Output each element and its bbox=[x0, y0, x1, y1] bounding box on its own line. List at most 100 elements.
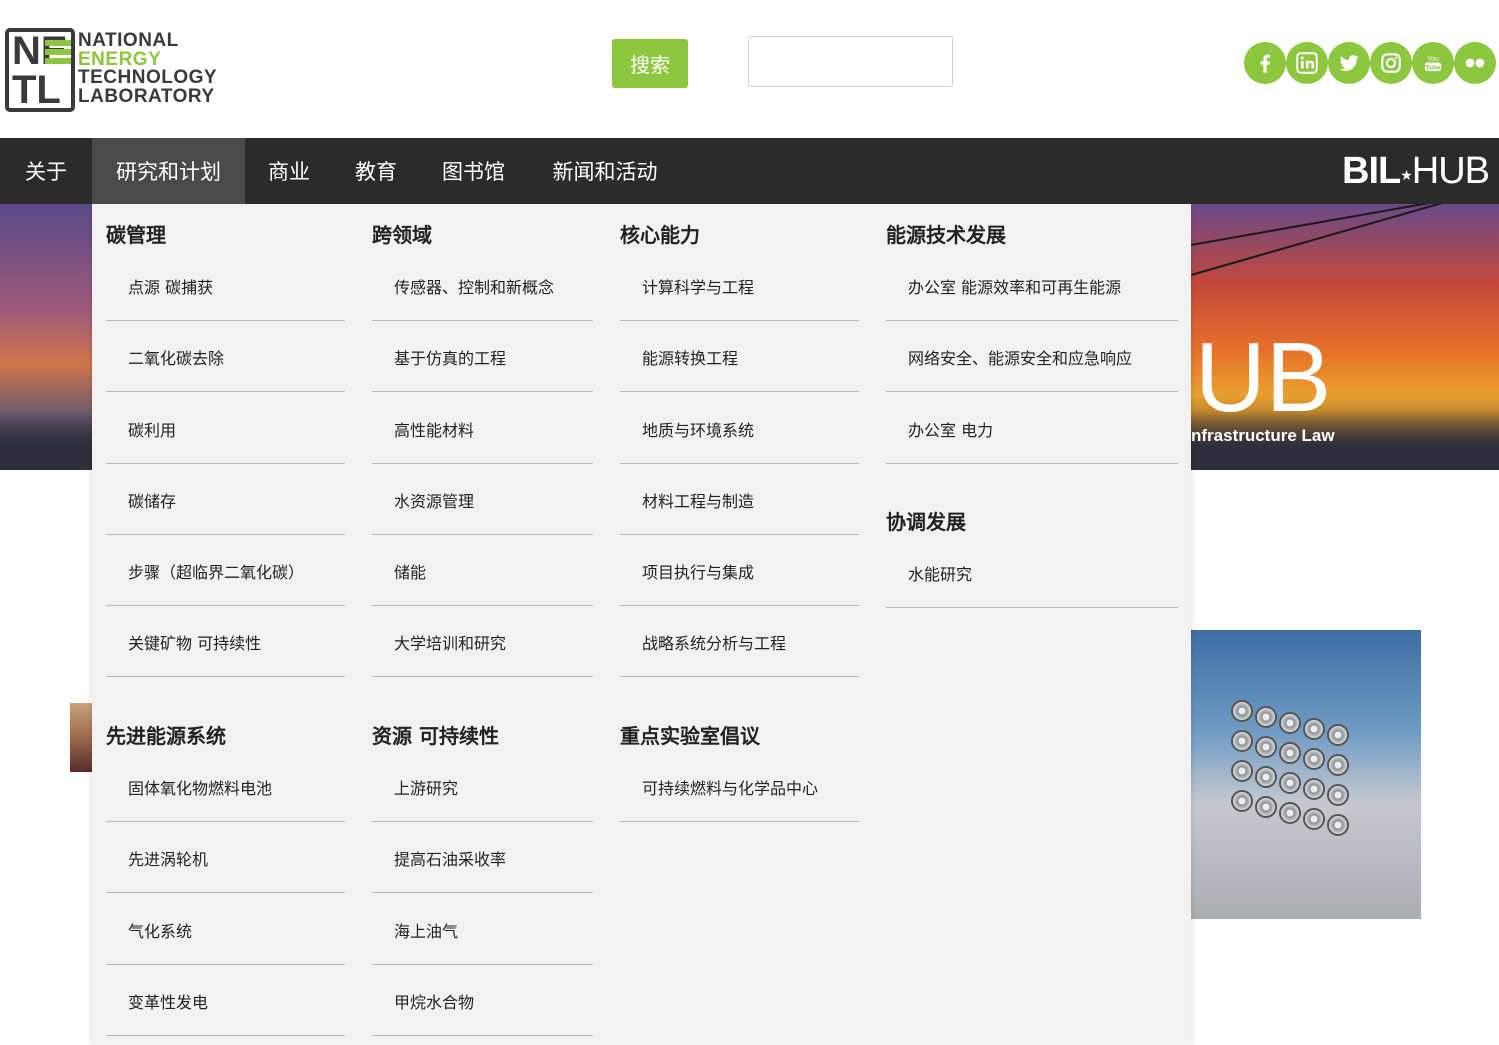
nav-item-news-events[interactable]: 新闻和活动 bbox=[528, 138, 682, 204]
menu-divider bbox=[886, 463, 1178, 464]
logo-mark: NE TL bbox=[5, 28, 75, 112]
bilhub-bold: BIL bbox=[1342, 150, 1401, 192]
menu-divider bbox=[620, 605, 859, 606]
menu-category-lab-initiatives[interactable]: 重点实验室倡议 bbox=[620, 720, 760, 749]
menu-item[interactable]: 固体氧化物燃料电池 bbox=[128, 775, 272, 799]
menu-divider bbox=[620, 463, 859, 464]
nav-item-library[interactable]: 图书馆 bbox=[419, 138, 528, 204]
menu-divider bbox=[106, 463, 345, 464]
menu-item[interactable]: 甲烷水合物 bbox=[394, 989, 474, 1013]
twitter-icon[interactable] bbox=[1328, 42, 1370, 84]
menu-item[interactable]: 战略系统分析与工程 bbox=[642, 630, 786, 654]
main-nav: 关于 研究和计划 商业 教育 图书馆 新闻和活动 BIL★HUB bbox=[0, 138, 1499, 204]
menu-item[interactable]: 上游研究 bbox=[394, 775, 458, 799]
bilhub-logo[interactable]: BIL★HUB bbox=[1342, 150, 1490, 192]
fan-shape bbox=[1255, 766, 1277, 788]
nav-item-education[interactable]: 教育 bbox=[333, 138, 419, 204]
svg-text:You: You bbox=[1427, 56, 1439, 63]
menu-item[interactable]: 计算科学与工程 bbox=[642, 274, 754, 298]
menu-item[interactable]: 气化系统 bbox=[128, 918, 192, 942]
nav-item-business[interactable]: 商业 bbox=[245, 138, 333, 204]
fan-shape bbox=[1231, 790, 1253, 812]
menu-divider bbox=[106, 534, 345, 535]
menu-item[interactable]: 可持续燃料与化学品中心 bbox=[642, 775, 818, 799]
bilhub-star-icon: ★ bbox=[1400, 167, 1413, 183]
netl-logo[interactable]: NE TL NATIONAL ENERGY TECHNOLOGY LABORAT… bbox=[5, 28, 217, 112]
menu-category-resource-sustainability[interactable]: 资源 可持续性 bbox=[372, 720, 499, 749]
menu-item[interactable]: 储能 bbox=[394, 559, 426, 583]
nav-item-about[interactable]: 关于 bbox=[0, 138, 92, 204]
menu-item[interactable]: 关键矿物 可持续性 bbox=[128, 630, 261, 654]
menu-category-coordinated-development[interactable]: 协调发展 bbox=[886, 506, 966, 535]
menu-item[interactable]: 碳储存 bbox=[128, 488, 176, 512]
menu-item[interactable]: 先进涡轮机 bbox=[128, 846, 208, 870]
facebook-icon[interactable] bbox=[1244, 42, 1286, 84]
fan-shape bbox=[1327, 784, 1349, 806]
menu-divider bbox=[372, 821, 593, 822]
logo-bar bbox=[45, 40, 71, 46]
menu-category-core-competencies[interactable]: 核心能力 bbox=[620, 219, 700, 248]
nav-item-research[interactable]: 研究和计划 bbox=[92, 138, 245, 204]
menu-item[interactable]: 变革性发电 bbox=[128, 989, 208, 1013]
fan-shape bbox=[1279, 712, 1301, 734]
menu-divider bbox=[106, 605, 345, 606]
fan-shape bbox=[1231, 760, 1253, 782]
menu-item[interactable]: 传感器、控制和新概念 bbox=[394, 274, 554, 298]
fan-shape bbox=[1303, 748, 1325, 770]
instagram-icon[interactable] bbox=[1370, 42, 1412, 84]
menu-category-carbon-management[interactable]: 碳管理 bbox=[106, 219, 166, 248]
menu-divider bbox=[372, 676, 593, 677]
fan-shape bbox=[1279, 802, 1301, 824]
menu-divider bbox=[106, 892, 345, 893]
menu-item[interactable]: 高性能材料 bbox=[394, 417, 474, 441]
menu-item[interactable]: 二氧化碳去除 bbox=[128, 345, 224, 369]
menu-divider bbox=[620, 320, 859, 321]
flickr-icon[interactable] bbox=[1454, 42, 1496, 84]
menu-item[interactable]: 步骤（超临界二氧化碳） bbox=[128, 559, 304, 583]
hero-subtitle: nfrastructure Law bbox=[1191, 426, 1335, 445]
svg-text:Tube: Tube bbox=[1425, 65, 1440, 72]
menu-category-advanced-energy[interactable]: 先进能源系统 bbox=[106, 720, 226, 749]
menu-divider bbox=[106, 391, 345, 392]
linkedin-icon[interactable] bbox=[1286, 42, 1328, 84]
menu-divider bbox=[620, 821, 859, 822]
menu-divider bbox=[106, 964, 345, 965]
menu-item[interactable]: 基于仿真的工程 bbox=[394, 345, 506, 369]
person-photo[interactable] bbox=[70, 703, 92, 772]
menu-divider bbox=[886, 607, 1178, 608]
fan-shape bbox=[1255, 736, 1277, 758]
menu-item[interactable]: 大学培训和研究 bbox=[394, 630, 506, 654]
fan-shape bbox=[1327, 754, 1349, 776]
research-mega-menu: 碳管理 点源 碳捕获 二氧化碳去除 碳利用 碳储存 步骤（超临界二氧化碳） 关键… bbox=[92, 204, 1191, 1045]
search-input[interactable] bbox=[748, 36, 953, 87]
menu-category-energy-tech-development[interactable]: 能源技术发展 bbox=[886, 219, 1006, 248]
menu-item[interactable]: 点源 碳捕获 bbox=[128, 274, 213, 298]
menu-divider bbox=[106, 821, 345, 822]
menu-divider bbox=[372, 320, 593, 321]
menu-item[interactable]: 水资源管理 bbox=[394, 488, 474, 512]
menu-divider bbox=[372, 391, 593, 392]
menu-item[interactable]: 碳利用 bbox=[128, 417, 176, 441]
menu-item[interactable]: 办公室 电力 bbox=[908, 417, 993, 441]
menu-item[interactable]: 项目执行与集成 bbox=[642, 559, 754, 583]
fan-shape bbox=[1279, 742, 1301, 764]
menu-divider bbox=[620, 534, 859, 535]
menu-item[interactable]: 提高石油采收率 bbox=[394, 846, 506, 870]
menu-category-crosscutting[interactable]: 跨领域 bbox=[372, 219, 432, 248]
logo-bar bbox=[45, 49, 71, 55]
youtube-icon[interactable]: You Tube bbox=[1412, 42, 1454, 84]
menu-item[interactable]: 地质与环境系统 bbox=[642, 417, 754, 441]
menu-divider bbox=[620, 676, 859, 677]
menu-divider bbox=[106, 1035, 345, 1036]
direct-air-capture-image[interactable] bbox=[1191, 630, 1421, 919]
menu-divider bbox=[372, 463, 593, 464]
fan-shape bbox=[1303, 808, 1325, 830]
menu-item[interactable]: 海上油气 bbox=[394, 918, 458, 942]
menu-item[interactable]: 水能研究 bbox=[908, 561, 972, 585]
menu-item[interactable]: 网络安全、能源安全和应急响应 bbox=[908, 345, 1132, 369]
menu-item[interactable]: 材料工程与制造 bbox=[642, 488, 754, 512]
search-button[interactable]: 搜索 bbox=[612, 39, 688, 88]
bilhub-thin: HUB bbox=[1411, 150, 1490, 192]
menu-item[interactable]: 办公室 能源效率和可再生能源 bbox=[908, 274, 1121, 298]
menu-item[interactable]: 能源转换工程 bbox=[642, 345, 738, 369]
